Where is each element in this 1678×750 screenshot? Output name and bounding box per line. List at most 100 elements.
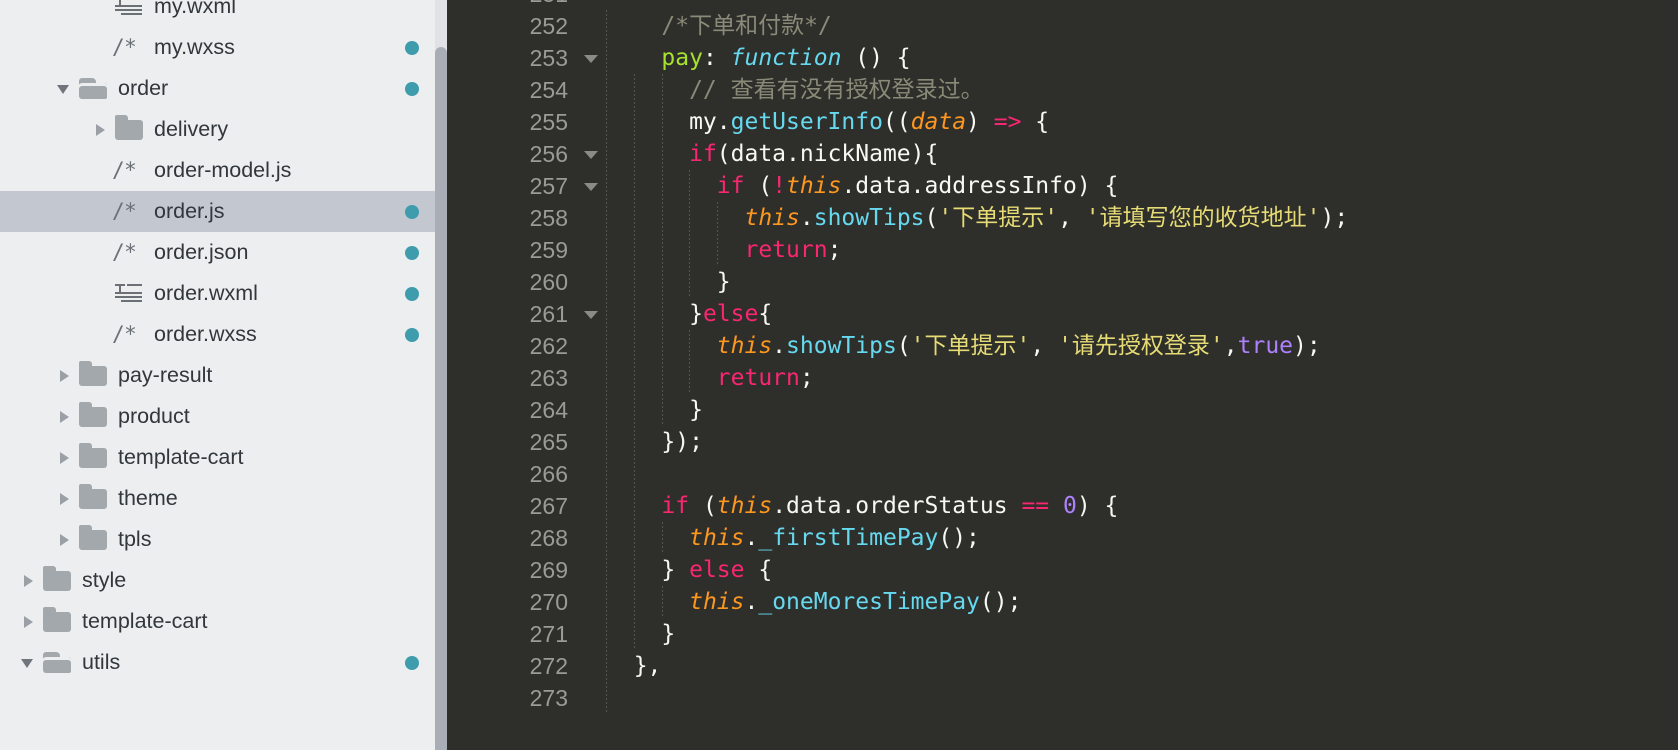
- markup-stroke: [127, 284, 142, 286]
- indent-guide-line: [606, 458, 607, 490]
- code-tokens: if (!this.data.addressInfo) {: [606, 173, 1119, 199]
- code-line-content[interactable]: if (!this.data.addressInfo) {: [574, 170, 1678, 202]
- code-line-content[interactable]: this.showTips('下单提示', '请先授权登录',true);: [574, 330, 1678, 362]
- twisty-placeholder: [90, 150, 112, 191]
- file-tree-item-label: order.json: [154, 240, 249, 264]
- file-tree-item[interactable]: /* my.wxss: [0, 27, 435, 68]
- file-tree-item[interactable]: /* order.json: [0, 232, 435, 273]
- token-plain: (: [744, 173, 773, 199]
- chevron-right-icon[interactable]: [54, 478, 76, 519]
- code-line-content[interactable]: return;: [574, 362, 1678, 394]
- code-line: 261 }else{: [447, 298, 1678, 330]
- file-tree-item[interactable]: template-cart: [0, 437, 435, 478]
- modified-indicator-dot: [405, 327, 419, 342]
- code-line-content[interactable]: } else {: [574, 554, 1678, 586]
- code-line-content[interactable]: [574, 0, 1678, 10]
- code-line-content[interactable]: my.getUserInfo((data) => {: [574, 106, 1678, 138]
- code-line-content[interactable]: }: [574, 394, 1678, 426]
- chevron-right-icon[interactable]: [54, 437, 76, 478]
- code-line-content[interactable]: [574, 682, 1678, 714]
- file-tree-item[interactable]: pay-result: [0, 355, 435, 396]
- chevron-right-icon[interactable]: [18, 601, 40, 642]
- code-line-content[interactable]: [574, 458, 1678, 490]
- code-glyph: /*: [112, 322, 137, 346]
- editor-window: my.wxml /* my.wxss order delivery /* order-mod…: [0, 0, 1678, 750]
- code-editor-pane[interactable]: 251252 /*下单和付款*/253 pay: function () {25…: [447, 0, 1678, 750]
- code-line-content[interactable]: /*下单和付款*/: [574, 10, 1678, 42]
- code-content: 251252 /*下单和付款*/253 pay: function () {25…: [447, 0, 1678, 714]
- chevron-down-icon[interactable]: [18, 642, 40, 683]
- code-line-content[interactable]: pay: function () {: [574, 42, 1678, 74]
- code-line-content[interactable]: if(data.nickName){: [574, 138, 1678, 170]
- code-line-content[interactable]: this._firstTimePay();: [574, 522, 1678, 554]
- code-tokens: /*下单和付款*/: [606, 13, 831, 39]
- modified-indicator-dot: [405, 655, 419, 670]
- chevron-right-icon[interactable]: [54, 355, 76, 396]
- file-tree-item-label: order.wxml: [154, 281, 258, 305]
- indent-guides: [574, 426, 1678, 458]
- file-tree-item[interactable]: /* order.wxss: [0, 314, 435, 355]
- indent-guides: [574, 650, 1678, 682]
- code-line-content[interactable]: },: [574, 650, 1678, 682]
- line-number: 268: [447, 522, 574, 554]
- modified-indicator-dot: [405, 81, 419, 96]
- line-number: 258: [447, 202, 574, 234]
- token-method: _oneMoresTimePay: [758, 589, 980, 615]
- file-tree-item-label: order-model.js: [154, 158, 292, 182]
- code-line-content[interactable]: }else{: [574, 298, 1678, 330]
- file-tree-item-label: template-cart: [118, 445, 244, 469]
- line-number: 266: [447, 458, 574, 490]
- sidebar-scrollbar-track[interactable]: [435, 0, 447, 750]
- file-tree-item[interactable]: product: [0, 396, 435, 437]
- code-line-content[interactable]: // 查看有没有授权登录过。: [574, 74, 1678, 106]
- file-tree-item[interactable]: template-cart: [0, 601, 435, 642]
- code-file-icon: /*: [112, 27, 146, 68]
- token-param: data: [910, 109, 967, 135]
- code-line-content[interactable]: }: [574, 618, 1678, 650]
- file-tree-item[interactable]: my.wxml: [0, 0, 435, 27]
- file-tree-item-label: order.wxss: [154, 322, 257, 346]
- markup-stroke: [115, 296, 142, 298]
- code-line: 262 this.showTips('下单提示', '请先授权登录',true)…: [447, 330, 1678, 362]
- code-tokens: }else{: [606, 301, 772, 327]
- token-string: '请先授权登录': [1058, 333, 1224, 359]
- file-tree-item[interactable]: utils: [0, 642, 435, 683]
- code-line-content[interactable]: }: [574, 266, 1678, 298]
- code-line-content[interactable]: return;: [574, 234, 1678, 266]
- file-tree-item[interactable]: /* order.js: [0, 191, 435, 232]
- code-line-content[interactable]: this._oneMoresTimePay();: [574, 586, 1678, 618]
- folder-icon: [40, 560, 74, 601]
- token-op: ==: [1021, 493, 1050, 519]
- token-keyword: if: [689, 141, 717, 167]
- code-line-content[interactable]: if (this.data.orderStatus == 0) {: [574, 490, 1678, 522]
- file-tree-item[interactable]: style: [0, 560, 435, 601]
- file-tree-item[interactable]: /* order-model.js: [0, 150, 435, 191]
- file-tree-item[interactable]: order.wxml: [0, 273, 435, 314]
- file-tree-item[interactable]: tpls: [0, 519, 435, 560]
- code-tokens: my.getUserInfo((data) => {: [606, 109, 1049, 135]
- token-plain: ,: [1058, 205, 1086, 231]
- code-line-content[interactable]: this.showTips('下单提示', '请填写您的收货地址');: [574, 202, 1678, 234]
- folder-icon: [76, 519, 110, 560]
- line-number: 262: [447, 330, 574, 362]
- chevron-right-icon[interactable]: [54, 396, 76, 437]
- token-plain: (data.nickName){: [716, 141, 939, 167]
- token-plain: ((: [882, 109, 911, 135]
- chevron-down-icon[interactable]: [54, 68, 76, 109]
- code-line: 270 this._oneMoresTimePay();: [447, 586, 1678, 618]
- file-tree-item[interactable]: theme: [0, 478, 435, 519]
- file-tree-item[interactable]: order: [0, 68, 435, 109]
- code-line: 252 /*下单和付款*/: [447, 10, 1678, 42]
- indent-guides: [574, 682, 1678, 714]
- folder-icon: [76, 355, 110, 396]
- chevron-right-icon[interactable]: [54, 519, 76, 560]
- token-method: _firstTimePay: [758, 525, 939, 551]
- chevron-right-icon[interactable]: [18, 560, 40, 601]
- code-line: 256 if(data.nickName){: [447, 138, 1678, 170]
- file-tree-item[interactable]: delivery: [0, 109, 435, 150]
- sidebar-scrollbar-thumb[interactable]: [435, 47, 447, 750]
- code-line-content[interactable]: });: [574, 426, 1678, 458]
- chevron-right-icon[interactable]: [90, 109, 112, 150]
